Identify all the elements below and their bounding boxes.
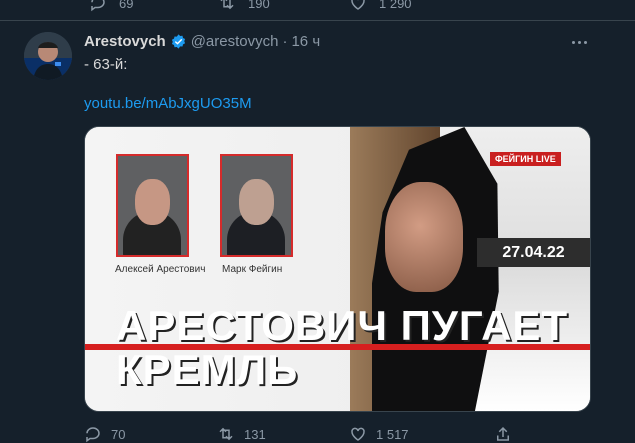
right-person-caption: Марк Фейгин [222,264,283,275]
left-person-caption: Алексей Арестович [115,264,206,275]
left-person-photo [116,154,189,257]
retweet-count: 131 [244,426,266,442]
more-options-icon [584,40,587,44]
previous-like-button[interactable]: 1 290 [349,0,412,12]
tweet-header: Arestovych @arestovych · 16 ч [84,33,320,50]
tweet-time[interactable]: 16 ч [291,33,320,50]
share-button[interactable] [494,425,512,443]
retweet-icon [219,427,233,441]
large-person-face [385,182,463,292]
avatar-image [24,32,72,80]
retweet-button[interactable]: 131 [217,425,266,443]
reply-button[interactable]: 70 [84,425,125,443]
left-person-face [135,179,170,225]
author-avatar[interactable] [24,32,72,80]
like-button[interactable]: 1 517 [349,425,409,443]
reply-icon [91,0,105,12]
youtube-link[interactable]: youtu.be/mAbJxgUO35M [84,95,252,112]
right-person-face [239,179,274,225]
thumbnail-headline-line-1: АРЕСТОВИЧ ПУГАЕТ [116,302,569,349]
more-options-icon [572,40,575,44]
video-thumbnail-card[interactable]: Алексей Арестович Марк Фейгин ФЕЙГИН LIV… [84,126,591,412]
feygin-live-badge: ФЕЙГИН LIVE [490,152,561,166]
like-count: 1 517 [376,426,409,442]
reply-count: 70 [111,426,126,442]
thumbnail-headline-line-2: КРЕМЛЬ [116,346,299,393]
right-person-photo [220,154,293,257]
more-options-button[interactable] [572,36,592,48]
verified-badge-icon [171,34,185,49]
previous-tweet-actions: 69 190 1 290 [0,0,635,21]
previous-retweet-count: 190 [248,0,270,11]
more-options-icon [578,40,581,44]
tweet-text: - 63-й: [84,56,128,73]
author-handle[interactable]: @arestovych [191,33,279,50]
like-icon [351,0,365,10]
previous-reply-button[interactable]: 69 [89,0,133,12]
tweet-actions: 70 131 1 517 [84,425,524,443]
like-icon [351,427,365,441]
previous-reply-count: 69 [119,0,134,11]
retweet-icon [220,0,234,10]
reply-icon [86,427,100,443]
header-separator: · [282,33,288,50]
author-name[interactable]: Arestovych [84,33,166,50]
previous-retweet-button[interactable]: 190 [218,0,270,12]
previous-like-count: 1 290 [379,0,412,11]
share-icon [497,426,509,441]
thumbnail-date: 27.04.22 [477,238,590,267]
